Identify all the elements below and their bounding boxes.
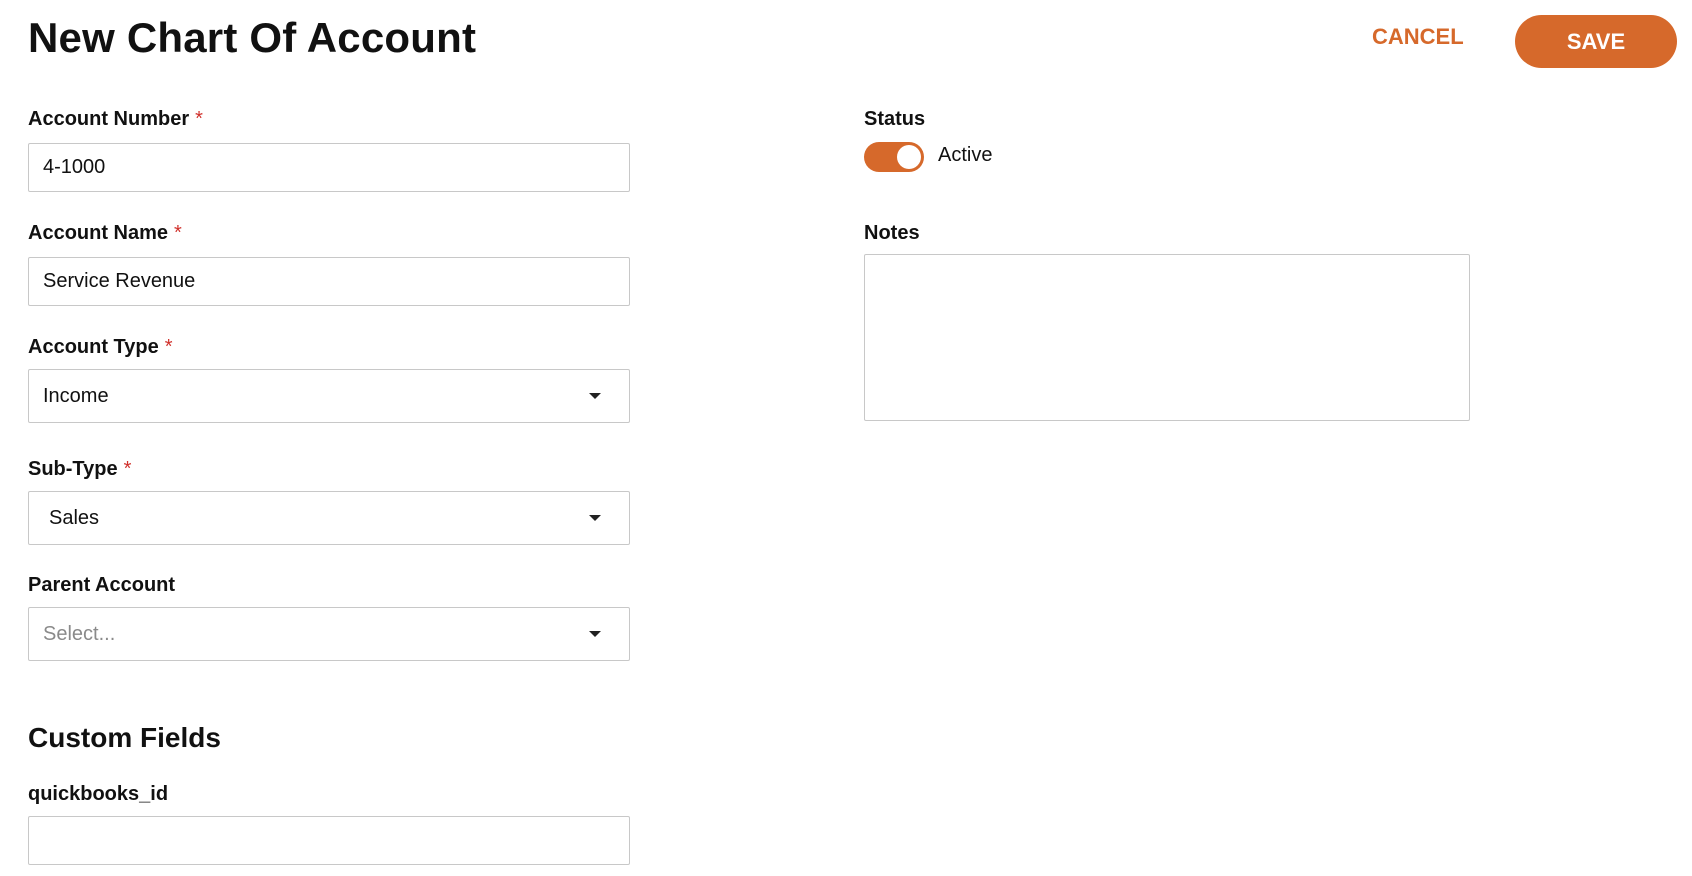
status-label: Status <box>864 108 926 130</box>
caret-down-icon <box>589 631 601 637</box>
account-type-label-text: Account Type <box>28 336 159 358</box>
page-title: New Chart Of Account <box>28 14 477 61</box>
sub-type-select[interactable]: Sales <box>28 491 630 545</box>
notes-label: Notes <box>864 222 920 244</box>
sub-type-value: Sales <box>49 506 100 529</box>
parent-account-select[interactable]: Select... <box>28 607 630 661</box>
account-number-label-text: Account Number <box>28 108 190 130</box>
notes-textarea[interactable] <box>864 254 1470 421</box>
account-type-select[interactable]: Income <box>28 369 630 423</box>
account-name-input[interactable]: Service Revenue <box>28 257 630 306</box>
status-value: Active <box>938 144 993 166</box>
required-mark: * <box>164 336 173 358</box>
account-name-value: Service Revenue <box>43 270 196 292</box>
parent-account-placeholder: Select... <box>43 622 116 645</box>
quickbooks-id-input[interactable] <box>28 816 630 865</box>
account-name-label-text: Account Name <box>28 222 169 244</box>
custom-fields-heading: Custom Fields <box>28 722 221 753</box>
required-mark: * <box>195 108 203 130</box>
caret-down-icon <box>589 393 601 399</box>
required-mark: * <box>174 222 182 244</box>
caret-down-icon <box>589 515 601 521</box>
account-type-value: Income <box>43 384 109 407</box>
account-number-label: Account Number * <box>28 108 203 131</box>
parent-account-label: Parent Account <box>28 574 175 597</box>
account-name-label: Account Name * <box>28 222 182 245</box>
parent-account-label-text: Parent Account <box>28 574 176 596</box>
toggle-knob <box>897 145 921 169</box>
sub-type-label: Sub-Type * <box>28 458 131 481</box>
account-number-input[interactable]: 4-1000 <box>28 143 630 192</box>
required-mark: * <box>123 458 132 480</box>
cancel-button[interactable]: CANCEL <box>1372 24 1464 50</box>
account-number-value: 4-1000 <box>43 156 106 178</box>
status-toggle[interactable] <box>864 142 924 172</box>
save-button[interactable]: SAVE <box>1515 15 1677 68</box>
sub-type-label-text: Sub-Type <box>28 458 118 480</box>
account-type-label: Account Type * <box>28 336 173 359</box>
quickbooks-id-label: quickbooks_id <box>28 783 169 805</box>
